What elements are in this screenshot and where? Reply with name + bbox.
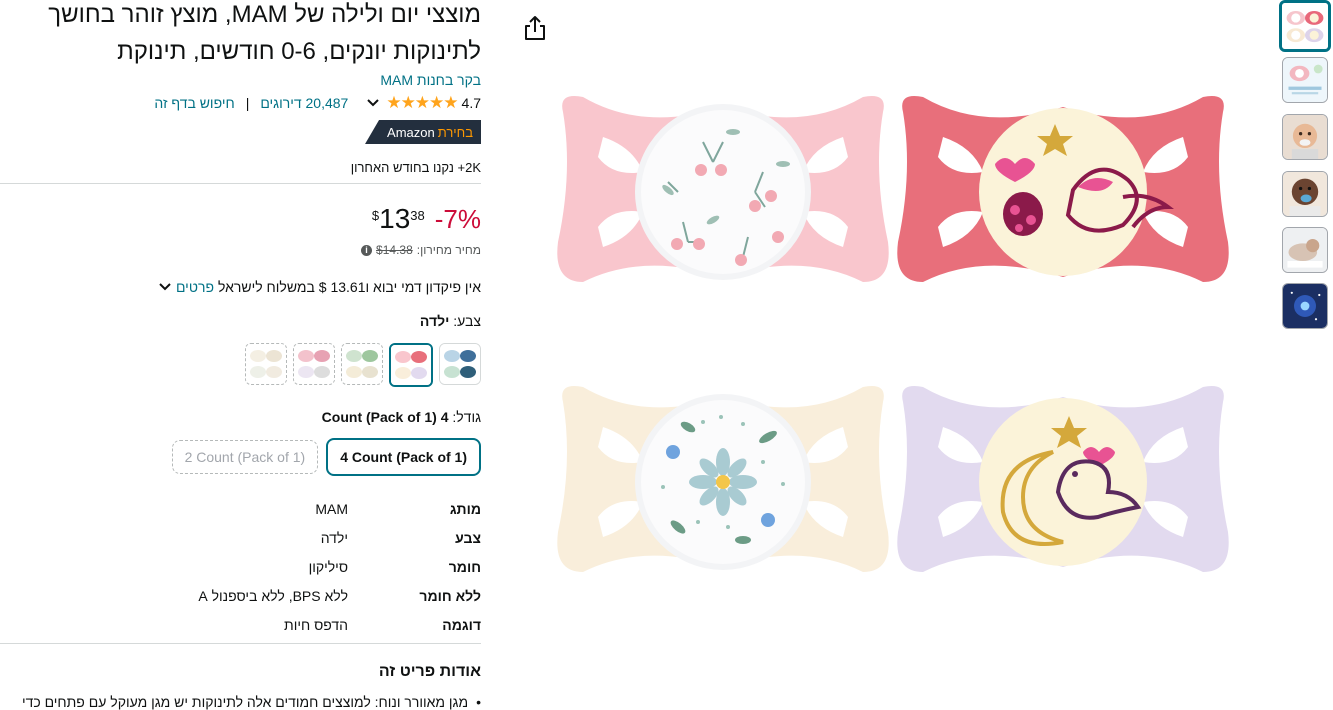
spec-value: ללא BPS, ללא ביספנול A bbox=[198, 587, 348, 604]
pacifier-red-bird bbox=[897, 96, 1229, 282]
spec-key: דוגמה bbox=[442, 616, 481, 633]
spec-key: חומר bbox=[448, 558, 481, 575]
thumbnail-1[interactable] bbox=[1279, 0, 1331, 52]
price-fraction: 38 bbox=[410, 208, 425, 223]
share-icon[interactable] bbox=[522, 14, 548, 42]
spec-row: צבע ילדה bbox=[0, 523, 481, 552]
list-price: מחיר מחירון: $14.38 i bbox=[361, 243, 481, 257]
spec-table: מותג MAM צבע ילדה חומר סיליקון ללא חומר … bbox=[0, 494, 481, 639]
rating-row: 4.7 ★★★★★ 20,487 דירוגים | חיפוש בדף זה bbox=[154, 93, 481, 113]
search-page-link[interactable]: חיפוש בדף זה bbox=[154, 95, 234, 111]
discount-percent: -7% bbox=[434, 204, 481, 234]
list-price-label: מחיר מחירון: bbox=[416, 243, 481, 257]
shipping-details-link[interactable]: פרטים bbox=[176, 279, 214, 295]
current-price: $ 13 38 bbox=[372, 202, 425, 236]
size-label: גודל: 4 Count (Pack of 1) bbox=[322, 409, 481, 425]
shipping-text: אין פיקדון דמי יבוא ו13.61 $ במשלוח לישר… bbox=[217, 279, 481, 295]
spec-row: מותג MAM bbox=[0, 494, 481, 523]
size-selected: 4 Count (Pack of 1) bbox=[321, 409, 449, 425]
list-price-value: $14.38 bbox=[376, 243, 413, 257]
badge-brand: Amazon bbox=[387, 124, 435, 140]
spec-key: מותג bbox=[449, 500, 481, 517]
chevron-down-icon[interactable] bbox=[366, 96, 380, 110]
divider bbox=[0, 183, 481, 184]
ratings-count-link[interactable]: 20,487 דירוגים bbox=[260, 95, 348, 111]
separator: | bbox=[245, 95, 250, 111]
spec-row: ללא חומר ללא BPS, ללא ביספנול A bbox=[0, 581, 481, 610]
spec-row: דוגמה הדפס חיות bbox=[0, 610, 481, 639]
badge-prefix: בחירת bbox=[437, 124, 473, 140]
rating-value: 4.7 bbox=[461, 95, 481, 111]
chevron-down-icon[interactable] bbox=[158, 280, 172, 294]
spec-value: הדפס חיות bbox=[284, 616, 348, 633]
divider bbox=[0, 643, 481, 644]
color-swatches bbox=[245, 343, 481, 387]
about-bullet: • מגן מאוורר ונוח: למוצצים חמודים אלה לת… bbox=[22, 694, 481, 710]
color-swatch-4[interactable] bbox=[293, 343, 335, 385]
product-title: מוצצי יום ולילה של MAM, מוצץ זוהר בחושך … bbox=[48, 1, 481, 65]
about-heading: אודות פריט זה bbox=[378, 663, 481, 680]
thumbnail-3[interactable] bbox=[1282, 114, 1328, 160]
color-swatch-5[interactable] bbox=[245, 343, 287, 385]
price-row: -7% $ 13 38 bbox=[372, 202, 481, 236]
price-currency: $ bbox=[371, 208, 380, 223]
size-option-4-count[interactable]: 4 Count (Pack of 1) bbox=[326, 438, 481, 476]
spec-key: צבע bbox=[455, 529, 481, 546]
size-label-text: גודל: bbox=[452, 409, 481, 425]
size-option-2-count[interactable]: 2 Count (Pack of 1) bbox=[171, 440, 319, 474]
price-whole: 13 bbox=[379, 203, 411, 234]
thumbnail-2[interactable] bbox=[1282, 57, 1328, 103]
spec-row: חומר סיליקון bbox=[0, 552, 481, 581]
info-icon[interactable]: i bbox=[361, 244, 373, 256]
thumbnail-5[interactable] bbox=[1282, 227, 1328, 273]
spec-key: ללא חומר bbox=[419, 587, 481, 604]
bought-last-month: 2K+ נקנו בחודש האחרון bbox=[350, 160, 481, 175]
main-product-image[interactable] bbox=[548, 92, 1238, 652]
color-label-text: צבע: bbox=[453, 313, 481, 329]
star-rating-icon[interactable]: ★★★★★ bbox=[386, 93, 458, 113]
thumbnail-6[interactable] bbox=[1282, 283, 1328, 329]
pacifier-cream-flowers bbox=[557, 386, 889, 572]
about-bullet-text: מגן מאוורר ונוח: למוצצים חמודים אלה לתינ… bbox=[21, 694, 469, 710]
color-swatch-1[interactable] bbox=[439, 343, 481, 385]
store-link[interactable]: בקר בחנות MAM bbox=[380, 72, 481, 88]
bullet-dot: • bbox=[476, 694, 481, 710]
color-swatch-3[interactable] bbox=[341, 343, 383, 385]
spec-value: ילדה bbox=[320, 529, 348, 546]
size-options: 4 Count (Pack of 1) 2 Count (Pack of 1) bbox=[171, 438, 481, 476]
spec-value: MAM bbox=[315, 500, 348, 517]
color-label: צבע: ילדה bbox=[420, 313, 481, 329]
amazons-choice-badge[interactable]: בחירת Amazon bbox=[365, 120, 481, 144]
spec-value: סיליקון bbox=[308, 558, 348, 575]
shipping-info: אין פיקדון דמי יבוא ו13.61 $ במשלוח לישר… bbox=[158, 279, 481, 295]
thumbnail-4[interactable] bbox=[1282, 171, 1328, 217]
color-selected: ילדה bbox=[419, 313, 450, 329]
pacifier-lavender-moon bbox=[897, 386, 1229, 572]
pacifier-pink-cherries bbox=[557, 96, 889, 282]
color-swatch-2-selected[interactable] bbox=[389, 343, 433, 387]
